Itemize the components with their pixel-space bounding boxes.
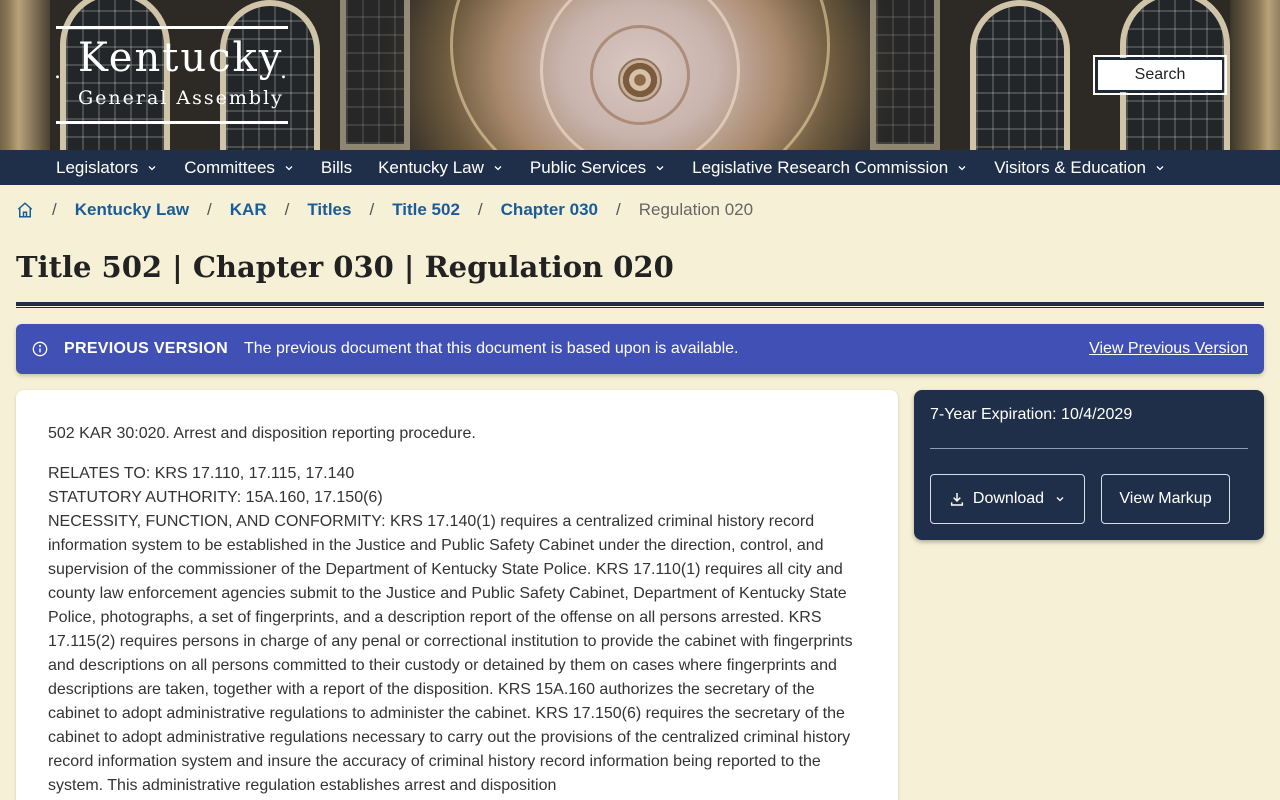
- chevron-down-icon: [1156, 165, 1164, 170]
- title-divider: [16, 302, 1264, 306]
- nav-item-label: Public Services: [529, 157, 647, 177]
- logo-dot-left: .: [54, 59, 61, 84]
- logo-main-text: Kentucky: [78, 35, 284, 81]
- main-nav: Legislators Committees Bills Kentucky Law Pu…: [0, 150, 1280, 185]
- nav-item-visitors-education[interactable]: Visitors & Education: [994, 158, 1166, 178]
- chevron-down-icon: [656, 165, 664, 170]
- necessity-function-conformity: NECESSITY, FUNCTION, AND CONFORMITY: KRS…: [48, 513, 853, 794]
- chevron-down-icon: [494, 165, 502, 170]
- breadcrumb-separator: /: [284, 200, 290, 219]
- expiration-date: 7-Year Expiration: 10/4/2029: [930, 406, 1133, 423]
- view-markup-button[interactable]: View Markup: [1101, 474, 1230, 524]
- nav-item-legislators[interactable]: Legislators: [56, 158, 158, 178]
- chevron-down-icon: [148, 165, 156, 170]
- breadcrumb-current: Regulation 020: [638, 200, 754, 219]
- banner-window-right: [970, 0, 1070, 150]
- banner-pillar-right: [1230, 0, 1280, 150]
- nav-item-legislative-research-commission[interactable]: Legislative Research Commission: [692, 158, 968, 178]
- nav-item-label: Kentucky Law: [378, 157, 484, 177]
- nav-item-label: Visitors & Education: [994, 157, 1147, 177]
- nav-item-committees[interactable]: Committees: [184, 158, 295, 178]
- breadcrumb-title-502[interactable]: Title 502: [392, 200, 460, 220]
- nav-item-label: Legislators: [56, 157, 139, 177]
- info-icon: [32, 341, 48, 357]
- breadcrumb: / Kentucky Law / KAR / Titles / Title 50…: [16, 199, 753, 221]
- banner-window-center-right: [870, 0, 940, 150]
- regulation-heading: 502 KAR 30:020. Arrest and disposition r…: [48, 425, 476, 442]
- nav-item-bills[interactable]: Bills: [321, 158, 352, 178]
- download-label: Download: [972, 490, 1045, 507]
- statutory-authority: STATUTORY AUTHORITY: 15A.160, 17.150(6): [48, 489, 383, 506]
- chevron-down-icon: [958, 165, 966, 170]
- document-actions-panel: 7-Year Expiration: 10/4/2029 Download Vi…: [914, 390, 1264, 540]
- header-banner: . Kentucky General Assembly . Search: [0, 0, 1280, 150]
- breadcrumb-separator: /: [369, 200, 375, 219]
- nav-item-label: Legislative Research Commission: [692, 157, 949, 177]
- logo-sub-text: General Assembly: [78, 87, 284, 109]
- nav-item-label: Committees: [184, 157, 275, 177]
- relates-to: RELATES TO: KRS 17.110, 17.115, 17.140: [48, 465, 355, 482]
- search-button[interactable]: Search: [1093, 55, 1227, 95]
- nav-item-label: Bills: [320, 157, 353, 177]
- breadcrumb-separator: /: [615, 200, 621, 219]
- view-previous-version-link[interactable]: View Previous Version: [1089, 340, 1248, 358]
- title-divider-thin: [16, 307, 1264, 308]
- banner-pillar-left: [0, 0, 50, 150]
- breadcrumb-kar[interactable]: KAR: [230, 200, 267, 220]
- breadcrumb-kentucky-law[interactable]: Kentucky Law: [75, 200, 189, 220]
- logo-dot-right: .: [280, 59, 287, 84]
- breadcrumb-separator: /: [207, 200, 212, 219]
- breadcrumb-titles[interactable]: Titles: [307, 200, 351, 220]
- dome-rosette: [618, 58, 662, 102]
- page-title: Title 502 | Chapter 030 | Regulation 020: [16, 250, 674, 284]
- home-icon[interactable]: [16, 201, 34, 219]
- breadcrumb-separator: /: [52, 200, 57, 219]
- nav-item-kentucky-law[interactable]: Kentucky Law: [378, 158, 504, 178]
- panel-divider: [930, 448, 1248, 449]
- regulation-document: 502 KAR 30:020. Arrest and disposition r…: [16, 390, 898, 800]
- breadcrumb-separator: /: [477, 200, 483, 219]
- previous-version-notice: PREVIOUS VERSION The previous document t…: [16, 324, 1264, 374]
- breadcrumb-chapter-030[interactable]: Chapter 030: [501, 200, 598, 220]
- download-button[interactable]: Download: [930, 474, 1085, 524]
- chevron-down-icon: [285, 165, 293, 170]
- notice-text: The previous document that this document…: [243, 340, 739, 357]
- chevron-down-icon: [1056, 497, 1064, 502]
- nav-item-public-services[interactable]: Public Services: [530, 158, 666, 178]
- site-logo[interactable]: . Kentucky General Assembly .: [54, 26, 288, 124]
- notice-label: PREVIOUS VERSION: [64, 340, 228, 357]
- banner-window-center-left: [340, 0, 410, 150]
- download-icon: [950, 493, 963, 506]
